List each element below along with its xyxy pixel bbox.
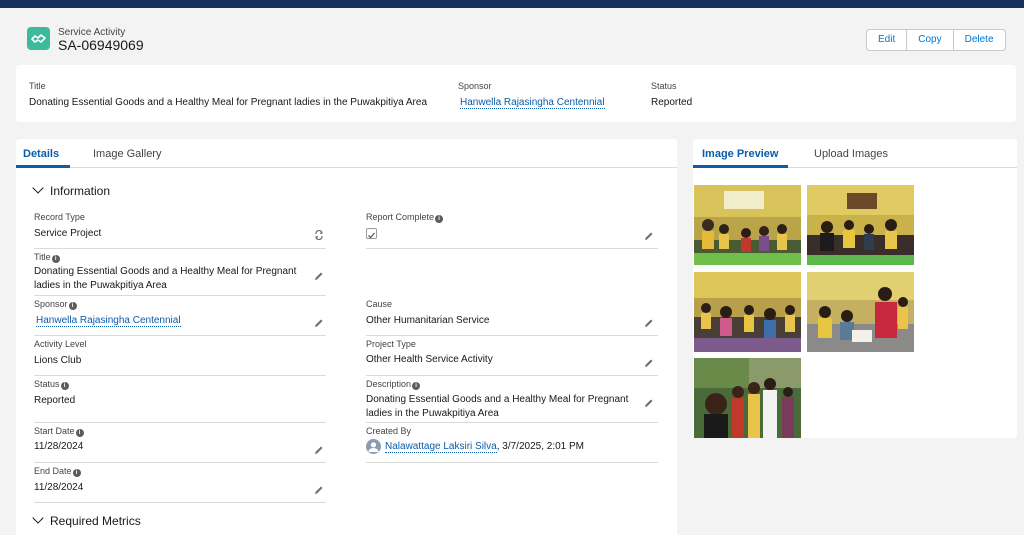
info-icon[interactable]: i [412,382,421,390]
highlight-sponsor: Sponsor Hanwella Rajasingha Centennial [458,81,605,109]
gallery-photo-1[interactable] [694,185,801,265]
field-title: Title i Donating Essential Goods and a He… [34,252,326,296]
gallery-photo-2[interactable] [807,185,914,265]
field-status: Status i Reported [34,379,326,423]
gallery-photo-5[interactable] [694,358,801,438]
info-icon[interactable]: i [72,469,81,477]
edit-pencil-icon[interactable] [314,318,324,328]
edit-pencil-icon[interactable] [314,271,324,281]
field-project-type: Project Type Other Health Service Activi… [366,339,658,376]
field-value: 11/28/2024 [34,441,84,452]
delete-button[interactable]: Delete [953,30,1005,50]
highlight-status-value: Reported [651,97,693,108]
section-required-metrics[interactable]: Required Metrics [32,512,141,528]
handshake-icon [27,27,50,50]
highlight-sponsor-link[interactable]: Hanwella Rajasingha Centennial [460,97,605,109]
section-information[interactable]: Information [32,182,111,198]
chevron-down-icon [32,182,44,194]
field-value-line2: ladies in the Puwakpitiya Area [366,408,499,419]
edit-pencil-icon[interactable] [644,398,654,408]
field-created-by: Created By Nalawattage Laksiri Silva, 3/… [366,426,658,463]
section-information-title: Information [50,184,111,198]
created-by-date: , 3/7/2025, 2:01 PM [496,441,584,453]
field-label: Description [366,379,412,389]
info-icon[interactable]: i [75,429,84,437]
field-activity-level: Activity Level Lions Club [34,339,326,376]
tab-image-preview[interactable]: Image Preview [702,148,778,160]
edit-pencil-icon[interactable] [314,445,324,455]
change-record-type-icon[interactable] [314,230,324,240]
field-start-date: Start Date i 11/28/2024 [34,426,326,463]
edit-pencil-icon[interactable] [314,485,324,495]
highlight-title-value: Donating Essential Goods and a Healthy M… [29,97,428,108]
edit-pencil-icon[interactable] [644,318,654,328]
edit-pencil-icon[interactable] [644,231,654,241]
highlight-status: Status Reported [651,81,692,108]
field-label: Project Type [366,339,416,349]
field-value: 11/28/2024 [34,482,84,493]
field-label: Report Complete [366,212,435,222]
field-value: Service Project [34,228,102,239]
field-value-line1: Donating Essential Goods and a Healthy M… [366,394,629,405]
field-label: Created By [366,426,412,436]
field-record-type: Record Type Service Project [34,212,326,249]
global-header-bar [0,0,1024,8]
field-value-line2: ladies in the Puwakpitiya Area [34,280,167,291]
edit-pencil-icon[interactable] [644,358,654,368]
highlights-panel: Title Donating Essential Goods and a Hea… [16,65,1016,122]
image-tabs: Image Preview Upload Images [693,139,1017,168]
field-report-complete: Report Complete i [366,212,658,249]
field-value: Other Humanitarian Service [366,315,490,326]
info-icon[interactable]: i [60,382,69,390]
gallery-photo-4[interactable] [807,272,914,352]
field-value: Other Health Service Activity [366,354,493,365]
field-label: End Date [34,466,72,476]
field-cause: Cause Other Humanitarian Service [366,299,658,336]
active-tab-indicator [16,165,70,168]
field-value: Reported [34,395,76,406]
field-label: Activity Level [34,339,87,349]
active-tab-indicator [693,165,788,168]
detail-tabs: Details Image Gallery [16,139,677,168]
field-description: Description i Donating Essential Goods an… [366,379,658,423]
field-label: Start Date [34,426,75,436]
field-end-date: End Date i 11/28/2024 [34,466,326,503]
image-panel: Image Preview Upload Images [693,139,1017,438]
tab-image-gallery[interactable]: Image Gallery [93,148,161,160]
field-label: Record Type [34,212,85,222]
copy-button[interactable]: Copy [907,30,954,50]
field-value: Lions Club [34,355,82,366]
record-name: SA-06949069 [58,37,144,53]
field-label: Sponsor [34,299,68,309]
sponsor-link[interactable]: Hanwella Rajasingha Centennial [36,315,181,327]
highlight-title-label: Title [29,81,46,91]
field-label: Title [34,252,51,262]
field-sponsor: Sponsor i Hanwella Rajasingha Centennial [34,299,326,336]
tab-upload-images[interactable]: Upload Images [814,148,888,160]
info-icon[interactable]: i [435,215,444,223]
gallery-photo-3[interactable] [694,272,801,352]
field-label: Cause [366,299,393,309]
info-icon[interactable]: i [68,302,77,310]
highlight-sponsor-label: Sponsor [458,81,492,91]
checkmark-icon [368,232,375,239]
highlight-status-label: Status [651,81,677,91]
report-complete-checkbox [366,228,377,239]
info-icon[interactable]: i [51,255,60,263]
detail-card: Details Image Gallery Information Record… [16,139,677,535]
field-value-line1: Donating Essential Goods and a Healthy M… [34,266,297,277]
chevron-down-icon [32,512,44,524]
user-avatar-icon [366,439,381,454]
section-required-metrics-title: Required Metrics [50,514,141,528]
record-actions: Edit Copy Delete [866,29,1006,51]
edit-button[interactable]: Edit [867,30,908,50]
highlight-title: Title Donating Essential Goods and a Hea… [29,81,427,108]
record-header: Service Activity SA-06949069 Edit Copy D… [16,20,1016,60]
tab-details[interactable]: Details [23,148,59,160]
field-label: Status [34,379,60,389]
created-by-user-link[interactable]: Nalawattage Laksiri Silva [385,441,497,454]
